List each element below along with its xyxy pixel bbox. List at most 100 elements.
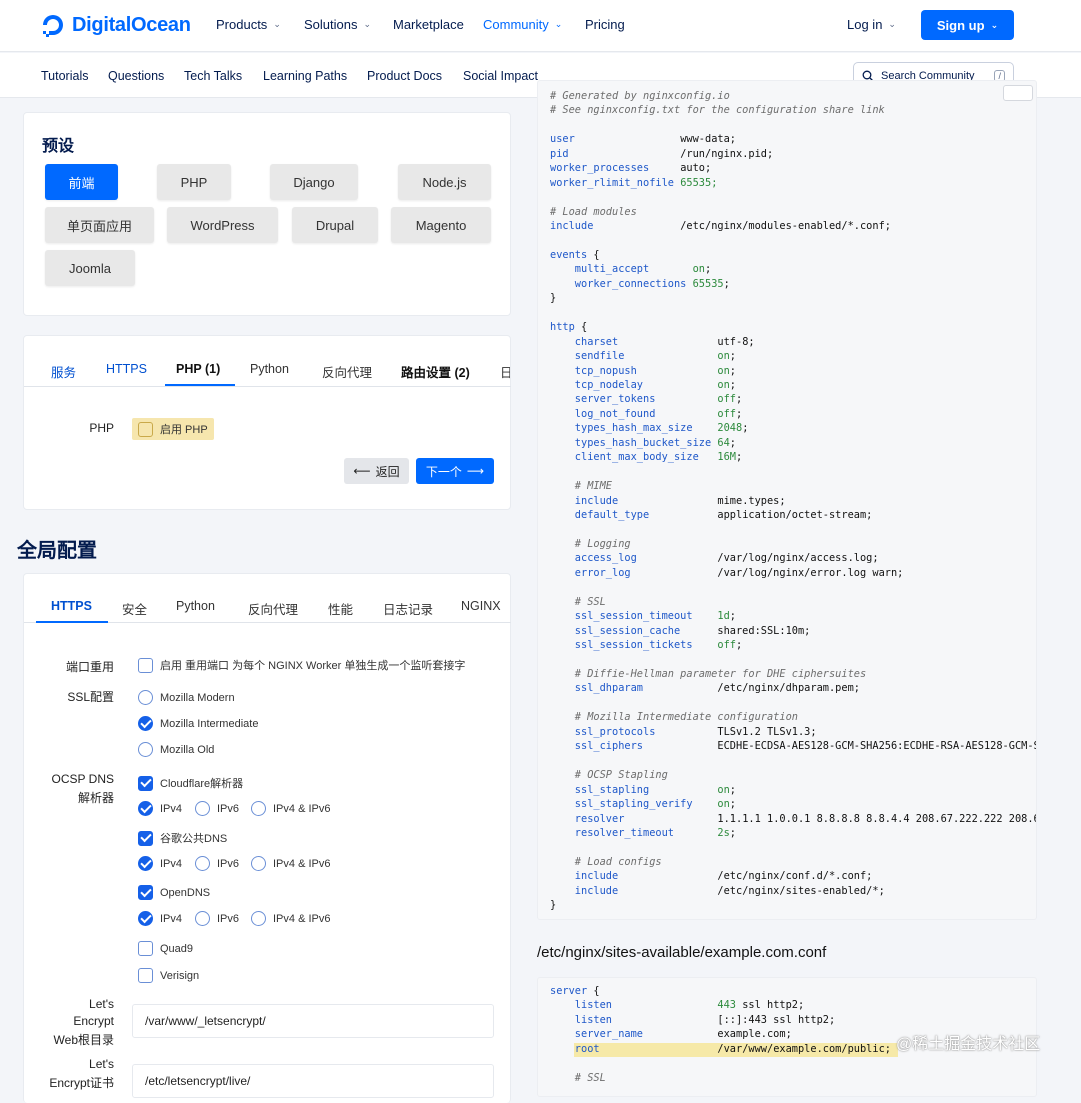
login-label: Log in xyxy=(847,17,883,32)
nav-products[interactable]: Products ⌄ xyxy=(216,17,281,32)
resolver-opendns-checkbox[interactable]: OpenDNS xyxy=(138,885,210,900)
code-line: # Diffie-Hellman parameter for DHE ciphe… xyxy=(550,668,867,680)
preset-frontend-button[interactable]: 前端 xyxy=(45,164,118,200)
code-line: log_not_found off; xyxy=(550,407,743,420)
letsencrypt-cert-label-1: Let's xyxy=(89,1057,114,1071)
opendns-ipv6-radio[interactable]: IPv6 xyxy=(195,911,239,926)
preset-magento-button[interactable]: Magento xyxy=(391,207,491,243)
code-line: worker_processes auto; xyxy=(550,162,712,175)
tab-global-reverse-proxy[interactable]: 反向代理 xyxy=(248,599,298,618)
resolver-label: OpenDNS xyxy=(160,886,211,899)
digitalocean-logo[interactable]: DigitalOcean xyxy=(40,12,191,38)
tab-php[interactable]: PHP (1) xyxy=(176,362,220,376)
preset-wordpress-button[interactable]: WordPress xyxy=(167,207,278,243)
nav-marketplace[interactable]: Marketplace xyxy=(393,17,464,32)
signup-button[interactable]: Sign up ⌄ xyxy=(921,10,1014,40)
ip-option-label: IPv4 xyxy=(160,857,183,870)
presets-title: 预设 xyxy=(42,138,75,155)
code-line: listen [::]:443 ssl http2; xyxy=(550,1013,836,1026)
tab-service[interactable]: 服务 xyxy=(51,362,76,381)
cloudflare-ipv4-radio[interactable]: IPv4 xyxy=(138,801,182,816)
active-tab-indicator xyxy=(165,384,235,386)
preset-django-button[interactable]: Django xyxy=(270,164,358,200)
site-conf-filename: /etc/nginx/sites-available/example.com.c… xyxy=(537,944,827,961)
ssl-mozilla-intermediate-radio[interactable]: Mozilla Intermediate xyxy=(138,716,258,731)
radio-checked-icon xyxy=(138,856,153,871)
enable-php-checkbox[interactable]: 启用 PHP xyxy=(132,418,214,440)
radio-icon xyxy=(138,690,153,705)
port-reuse-label: 端口重用 xyxy=(65,660,114,674)
letsencrypt-root-input[interactable]: /var/www/_letsencrypt/ xyxy=(132,1004,494,1038)
subnav-product-docs[interactable]: Product Docs xyxy=(367,69,442,83)
port-reuse-checkbox[interactable]: 启用 重用端口 为每个 NGINX Worker 单独生成一个监听套接字 xyxy=(138,657,465,673)
resolver-cloudflare-checkbox[interactable]: Cloudflare解析器 xyxy=(138,775,243,791)
ip-option-label: IPv4 xyxy=(160,912,183,925)
next-button[interactable]: 下一个 ⟶ xyxy=(416,458,494,484)
tab-global-https[interactable]: HTTPS xyxy=(51,599,92,613)
tab-routing[interactable]: 路由设置 (2) xyxy=(401,362,470,381)
tab-reverse-proxy[interactable]: 反向代理 xyxy=(322,362,372,381)
code-line: resolver 1.1.1.1 1.0.0.1 8.8.8.8 8.8.4.4… xyxy=(550,812,1036,825)
preset-nodejs-button[interactable]: Node.js xyxy=(398,164,491,200)
code-line: # Load modules xyxy=(550,205,637,218)
tab-global-security[interactable]: 安全 xyxy=(122,599,147,618)
code-line: types_hash_max_size 2048; xyxy=(550,422,749,435)
code-line: server { xyxy=(550,985,600,997)
cloudflare-ipv4-ipv6-radio[interactable]: IPv4 & IPv6 xyxy=(251,801,330,816)
tab-global-performance[interactable]: 性能 xyxy=(328,599,353,618)
nav-solutions[interactable]: Solutions ⌄ xyxy=(304,17,371,32)
tab-https[interactable]: HTTPS xyxy=(106,362,147,376)
nav-login[interactable]: Log in ⌄ xyxy=(847,17,896,32)
subnav-tech-talks[interactable]: Tech Talks xyxy=(184,69,242,83)
preset-php-button[interactable]: PHP xyxy=(157,164,231,200)
subnav-learning-paths[interactable]: Learning Paths xyxy=(263,69,347,83)
preset-joomla-button[interactable]: Joomla xyxy=(45,250,135,286)
preset-drupal-button[interactable]: Drupal xyxy=(292,207,378,243)
signup-label: Sign up xyxy=(936,17,985,33)
subnav-questions[interactable]: Questions xyxy=(108,69,164,83)
code-line: resolver_timeout 2s; xyxy=(550,826,736,839)
google-ipv6-radio[interactable]: IPv6 xyxy=(195,856,239,871)
resolver-label: Cloudflare解析器 xyxy=(160,778,244,790)
radio-icon xyxy=(195,911,210,926)
subnav-tutorials[interactable]: Tutorials xyxy=(41,69,88,83)
radio-icon xyxy=(251,856,266,871)
code-line: ssl_dhparam /etc/nginx/dhparam.pem; xyxy=(550,682,860,695)
opendns-ipv4-radio[interactable]: IPv4 xyxy=(138,911,182,926)
tab-global-nginx[interactable]: NGINX xyxy=(461,599,501,613)
code-line: # Load configs xyxy=(550,855,662,868)
tab-global-python[interactable]: Python xyxy=(176,599,215,613)
logo-text: DigitalOcean xyxy=(72,13,191,36)
code-line: } xyxy=(550,292,557,305)
opendns-ipv4-ipv6-radio[interactable]: IPv4 & IPv6 xyxy=(251,911,330,926)
google-ipv4-ipv6-radio[interactable]: IPv4 & IPv6 xyxy=(251,856,330,871)
code-line: charset utf-8; xyxy=(550,335,755,348)
code-line: ssl_session_cache shared:SSL:10m; xyxy=(550,624,811,637)
resolver-verisign-checkbox[interactable]: Verisign xyxy=(138,968,199,983)
ssl-mozilla-modern-radio[interactable]: Mozilla Modern xyxy=(138,690,235,705)
tab-logging-cut[interactable]: 日 xyxy=(500,362,510,381)
nav-community[interactable]: Community ⌄ xyxy=(483,17,562,32)
preset-spa-button[interactable]: 单页面应用 xyxy=(45,207,154,243)
ssl-mozilla-old-radio[interactable]: Mozilla Old xyxy=(138,742,214,757)
cloudflare-ipv6-radio[interactable]: IPv6 xyxy=(195,801,239,816)
resolver-quad9-checkbox[interactable]: Quad9 xyxy=(138,941,193,956)
code-line: server_name example.com; xyxy=(550,1028,792,1041)
code-line: ssl_protocols TLSv1.2 TLSv1.3; xyxy=(550,725,817,738)
copy-button[interactable] xyxy=(1003,85,1033,101)
letsencrypt-cert-input[interactable]: /etc/letsencrypt/live/ xyxy=(132,1064,494,1098)
radio-icon xyxy=(195,801,210,816)
code-line: ssl_session_tickets off; xyxy=(550,639,743,652)
resolver-label: Verisign xyxy=(160,969,200,982)
chevron-down-icon: ⌄ xyxy=(363,19,372,29)
tab-global-logging[interactable]: 日志记录 xyxy=(383,599,433,618)
nav-pricing[interactable]: Pricing xyxy=(585,17,625,32)
code-line: ssl_stapling on; xyxy=(550,783,736,796)
tab-python[interactable]: Python xyxy=(250,362,289,376)
code-line: user www-data; xyxy=(550,133,736,146)
resolver-google-checkbox[interactable]: 谷歌公共DNS xyxy=(138,830,227,846)
subnav-social-impact[interactable]: Social Impact xyxy=(463,69,538,83)
google-ipv4-radio[interactable]: IPv4 xyxy=(138,856,182,871)
checkbox-icon xyxy=(138,968,153,983)
back-button[interactable]: ⟵ 返回 xyxy=(344,458,409,484)
